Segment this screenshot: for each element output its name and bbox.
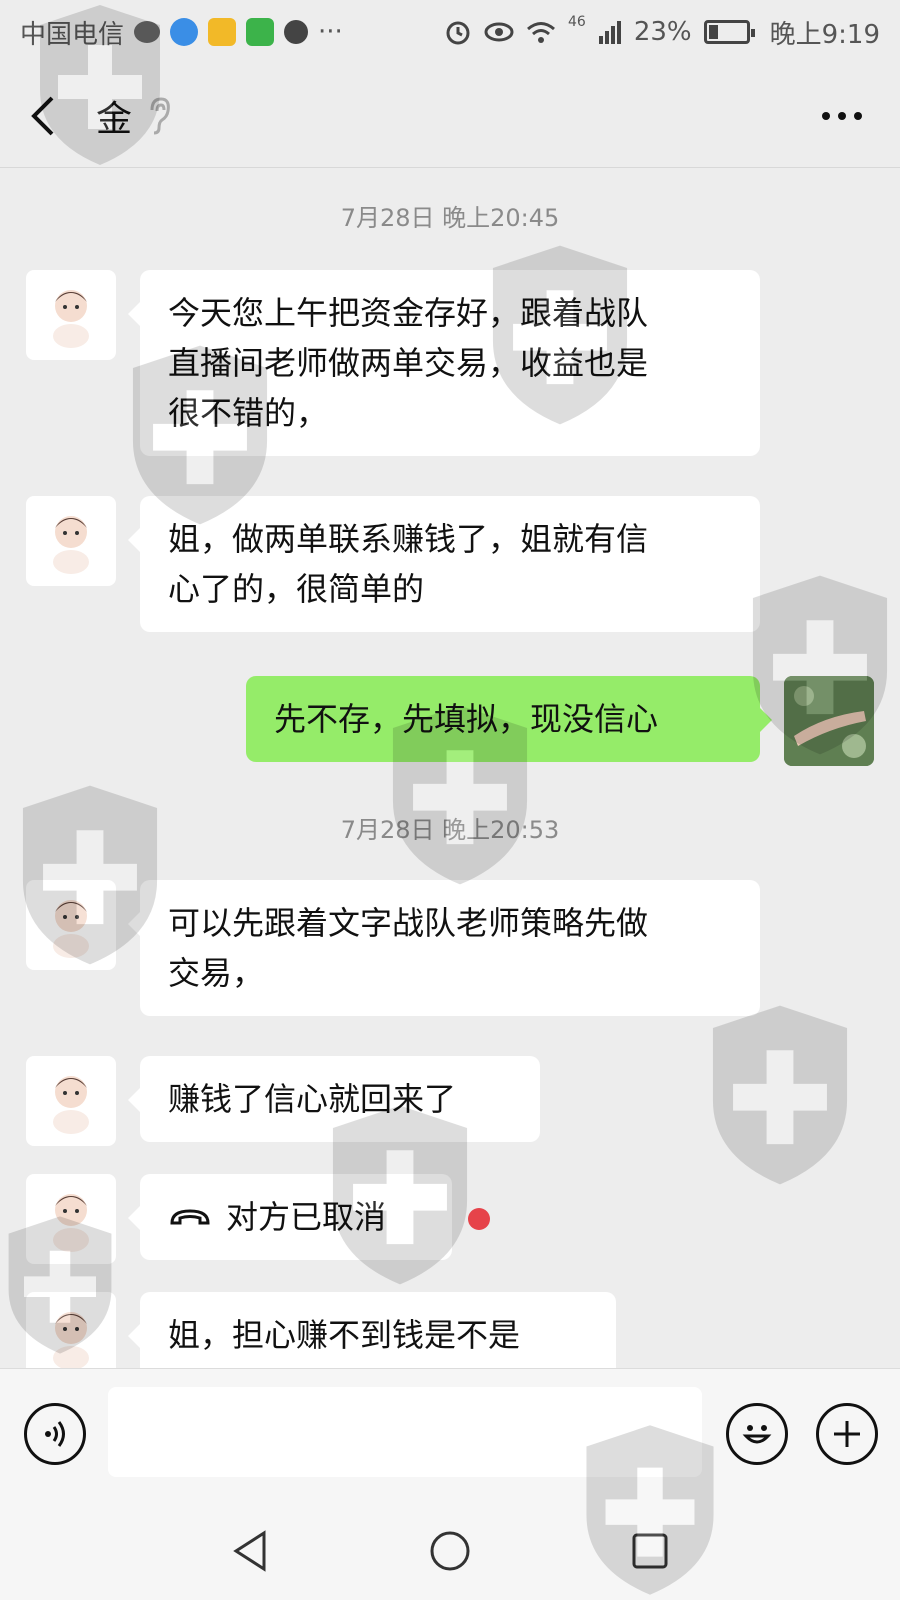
message-line: 心了的，很简单的: [168, 570, 425, 608]
message-line: 姐，做两单联系赚钱了，姐就有信: [168, 520, 649, 558]
baby-avatar-icon: [53, 1076, 89, 1134]
unread-dot: [468, 1208, 490, 1230]
message-line: 姐，担心赚不到钱是不是: [168, 1316, 521, 1354]
voice-icon: [45, 1421, 65, 1447]
message-bubble[interactable]: 可以先跟着文字战队老师策略先做 交易，: [128, 880, 760, 1016]
browser-icon: [170, 18, 199, 46]
circle-home-icon: [430, 1531, 470, 1571]
contact-avatar[interactable]: [26, 1174, 116, 1264]
back-button[interactable]: [28, 86, 68, 146]
clock: 晚上9:19: [769, 19, 880, 50]
battery-percent: 23%: [633, 17, 692, 47]
contact-avatar[interactable]: [26, 1056, 116, 1146]
call-status-text: 对方已取消: [226, 1198, 387, 1236]
chat-title: 金: [96, 98, 133, 140]
message-list[interactable]: 7月28日 晚上20:45 今天您上午把资金存好，跟着战队 直播间老师做两单交易…: [0, 168, 900, 1368]
chevron-left-icon: [31, 96, 54, 135]
message-line: 交易，: [168, 954, 265, 992]
input-bar: [0, 1368, 900, 1504]
message-line: 先不存，先填拟，现没信心: [274, 700, 659, 738]
contact-avatar[interactable]: [26, 496, 116, 586]
baby-avatar-icon: [53, 516, 89, 574]
sent-message-bubble[interactable]: 先不存，先填拟，现没信心: [246, 676, 772, 762]
status-bar: 中国电信 ··· 46 23% 晚上9:19: [0, 0, 900, 64]
message-bubble[interactable]: 今天您上午把资金存好，跟着战队 直播间老师做两单交易，收益也是 很不错的，: [128, 270, 760, 456]
plus-icon: [834, 1421, 860, 1447]
message-icon: [284, 20, 309, 44]
nav-home-button[interactable]: [425, 1526, 475, 1576]
message-line: 很不错的，: [168, 394, 329, 432]
timestamp: 7月28日 晚上20:53: [340, 816, 560, 844]
message-line: 直播间老师做两单交易，收益也是: [168, 344, 649, 382]
ear-icon: [150, 96, 170, 134]
carrier-label: 中国电信: [20, 19, 125, 50]
timestamp: 7月28日 晚上20:45: [340, 204, 560, 232]
app-icon: [208, 18, 237, 46]
contact-avatar[interactable]: [26, 270, 116, 360]
hand-avatar-icon: [784, 676, 874, 766]
signal-icon: [598, 21, 621, 44]
message-line: 赚钱了信心就回来了: [168, 1080, 457, 1118]
alarm-icon: [446, 21, 470, 45]
smiley-icon: [742, 1425, 772, 1444]
message-bubble[interactable]: 赚钱了信心就回来了: [128, 1056, 540, 1142]
wifi-icon: [527, 22, 555, 43]
contact-avatar[interactable]: [26, 880, 116, 970]
baby-avatar-icon: [53, 900, 89, 958]
baby-avatar-icon: [53, 1312, 89, 1368]
nav-back-button[interactable]: [225, 1526, 275, 1576]
contact-avatar[interactable]: [26, 1292, 116, 1368]
message-line: 可以先跟着文字战队老师策略先做: [168, 904, 649, 942]
user-avatar[interactable]: [784, 676, 874, 766]
more-notifications-icon: ···: [318, 17, 343, 47]
triangle-back-icon: [233, 1530, 266, 1572]
phone-hangup-icon: [170, 1209, 210, 1225]
chat-header: 金: [0, 64, 900, 168]
wechat-icon: [134, 21, 161, 43]
message-input[interactable]: [108, 1387, 702, 1477]
voice-input-button[interactable]: [24, 1403, 86, 1465]
eye-icon: [484, 22, 514, 42]
message-bubble[interactable]: 姐，做两单联系赚钱了，姐就有信 心了的，很简单的: [128, 496, 760, 632]
baby-avatar-icon: [53, 1194, 89, 1252]
more-options-button[interactable]: [822, 106, 872, 126]
nav-recents-button[interactable]: [625, 1526, 675, 1576]
network-type-label: 46: [567, 13, 586, 30]
more-functions-button[interactable]: [816, 1403, 878, 1465]
emoji-button[interactable]: [726, 1403, 788, 1465]
baby-avatar-icon: [53, 290, 89, 348]
call-record-bubble[interactable]: 对方已取消: [128, 1174, 452, 1260]
video-icon: [246, 18, 275, 46]
message-line: 今天您上午把资金存好，跟着战队: [168, 294, 649, 332]
battery-icon: [703, 20, 755, 44]
message-bubble[interactable]: 姐，担心赚不到钱是不是: [128, 1292, 616, 1368]
square-recents-icon: [632, 1533, 668, 1569]
system-nav-bar: [0, 1504, 900, 1600]
